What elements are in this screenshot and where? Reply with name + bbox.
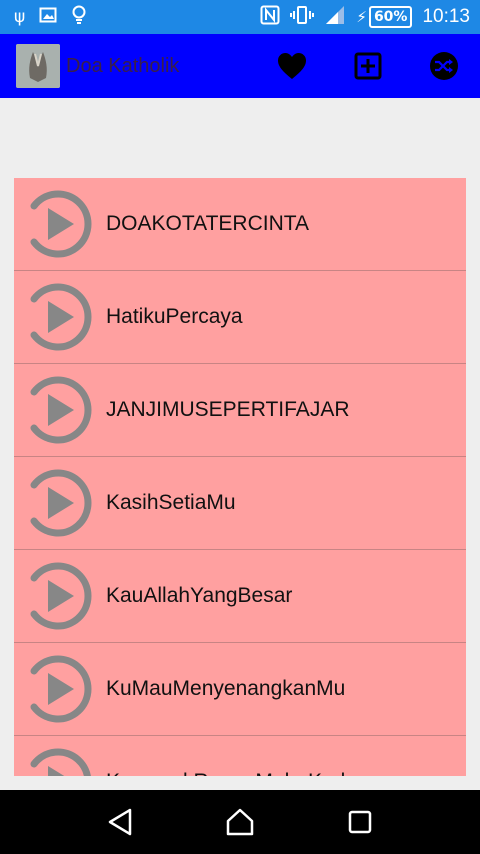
play-circle-icon[interactable] bbox=[22, 374, 94, 446]
play-circle-icon[interactable] bbox=[22, 188, 94, 260]
song-row[interactable]: DOAKOTATERCINTA bbox=[14, 178, 466, 271]
back-triangle-icon bbox=[108, 808, 132, 836]
charging-icon: ⚡ bbox=[356, 8, 367, 26]
play-circle-icon[interactable] bbox=[22, 560, 94, 632]
app-logo bbox=[16, 44, 60, 88]
song-row[interactable]: HatikuPercaya bbox=[14, 271, 466, 364]
status-notifications: ψ bbox=[14, 5, 87, 29]
add-box-icon bbox=[354, 52, 382, 80]
back-button[interactable] bbox=[100, 802, 140, 842]
battery-percent: 60% bbox=[368, 6, 413, 28]
battery-indicator: ⚡ 60% bbox=[356, 6, 413, 28]
song-title: KumasukRuangMahaKudus bbox=[106, 770, 368, 776]
vibrate-icon bbox=[290, 5, 315, 29]
navigation-bar bbox=[0, 790, 480, 854]
lightbulb-icon bbox=[71, 5, 87, 29]
song-row[interactable]: KumasukRuangMahaKudus bbox=[14, 736, 466, 776]
song-title: JANJIMUSEPERTIFAJAR bbox=[106, 398, 350, 421]
song-row[interactable]: KasihSetiaMu bbox=[14, 457, 466, 550]
song-row[interactable]: KuMauMenyenangkanMu bbox=[14, 643, 466, 736]
shuffle-button[interactable] bbox=[428, 50, 460, 82]
image-icon bbox=[39, 6, 57, 28]
song-title: KuMauMenyenangkanMu bbox=[106, 677, 346, 700]
status-bar: ψ ⚡ 60% 10:13 bbox=[0, 0, 480, 34]
shuffle-icon bbox=[430, 52, 458, 80]
signal-icon bbox=[324, 5, 346, 29]
play-circle-icon[interactable] bbox=[22, 653, 94, 725]
favorites-button[interactable] bbox=[276, 50, 308, 82]
song-list[interactable]: DOAKOTATERCINTA HatikuPercaya JANJIMUSEPER… bbox=[14, 178, 466, 776]
recents-button[interactable] bbox=[340, 802, 380, 842]
play-circle-icon[interactable] bbox=[22, 281, 94, 353]
home-button[interactable] bbox=[220, 802, 260, 842]
song-title: KasihSetiaMu bbox=[106, 491, 236, 514]
toolbar-actions bbox=[276, 34, 460, 98]
song-row[interactable]: JANJIMUSEPERTIFAJAR bbox=[14, 364, 466, 457]
app-title: Doa Katholik bbox=[66, 54, 180, 77]
song-row[interactable]: KauAllahYangBesar bbox=[14, 550, 466, 643]
status-system: ⚡ 60% 10:13 bbox=[260, 5, 470, 29]
usb-icon: ψ bbox=[14, 6, 26, 27]
recents-square-icon bbox=[348, 810, 372, 834]
song-title: KauAllahYangBesar bbox=[106, 584, 293, 607]
app-bar: Doa Katholik bbox=[0, 34, 480, 98]
song-title: DOAKOTATERCINTA bbox=[106, 212, 310, 235]
clock: 10:13 bbox=[422, 6, 470, 27]
song-title: HatikuPercaya bbox=[106, 305, 243, 328]
home-icon bbox=[226, 808, 254, 836]
play-circle-icon[interactable] bbox=[22, 746, 94, 776]
heart-icon bbox=[278, 53, 306, 79]
add-button[interactable] bbox=[352, 50, 384, 82]
nfc-icon bbox=[260, 5, 280, 29]
play-circle-icon[interactable] bbox=[22, 467, 94, 539]
